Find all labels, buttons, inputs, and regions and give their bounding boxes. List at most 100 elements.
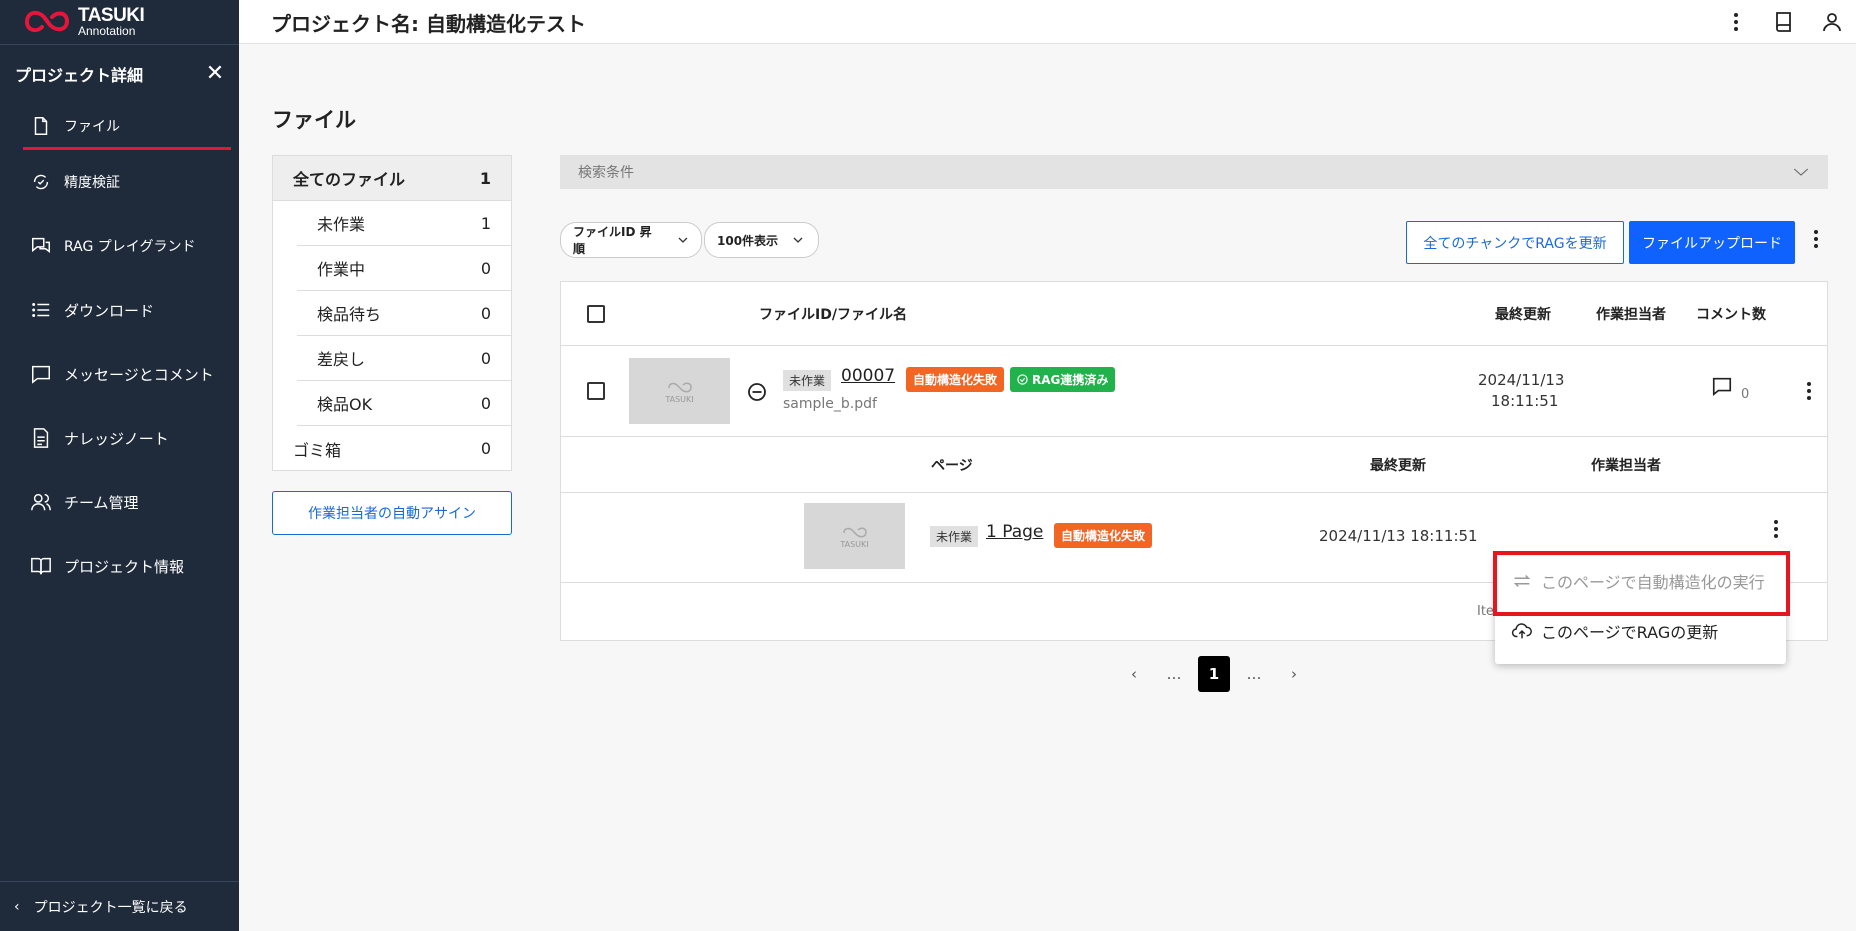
filter-inspection-ok[interactable]: 検品OK 0 [297,381,511,426]
filter-not-started[interactable]: 未作業 1 [297,201,511,246]
file-id-link[interactable]: 00007 [841,366,895,386]
comment-icon[interactable] [1711,375,1733,397]
more-menu-button[interactable] [1712,4,1760,40]
chat-bubbles-icon [32,237,50,253]
top-icons [1712,0,1856,44]
filter-label: 作業中 [317,260,366,279]
sidebar: TASUKI Annotation プロジェクト詳細 ✕ ファイル 精度検証 R… [0,0,239,931]
sidebar-item-rag-playground[interactable]: RAG プレイグランド [0,214,239,278]
search-conditions-toggle[interactable]: 検索条件 [560,155,1828,189]
col-page-assignee: 作業担当者 [1591,458,1661,474]
repeat-icon [1513,574,1531,588]
menu-item-label: このページでRAGの更新 [1541,623,1719,642]
filter-returned[interactable]: 差戻し 0 [297,336,511,381]
rag-update-all-button[interactable]: 全てのチャンクでRAGを更新 [1406,221,1624,264]
row-checkbox[interactable] [587,382,605,400]
menu-update-rag[interactable]: このページでRAGの更新 [1495,606,1786,656]
filter-in-progress[interactable]: 作業中 0 [297,246,511,291]
thumbnail-label: TASUKI [840,539,869,549]
col-page-updated: 最終更新 [1370,458,1426,474]
sidebar-title: プロジェクト詳細 [15,65,144,85]
sidebar-item-files[interactable]: ファイル [0,102,239,150]
tasuki-logo-icon [25,10,70,33]
page-thumbnail[interactable]: TASUKI [804,503,905,569]
collapse-icon[interactable] [747,382,767,402]
close-icon[interactable]: ✕ [203,61,227,86]
topbar: プロジェクト名: 自動構造化テスト [239,0,1856,44]
search-label: 検索条件 [578,165,634,181]
filter-label: ゴミ箱 [293,440,342,460]
sidebar-item-label: メッセージとコメント [64,365,214,384]
filter-count: 1 [479,168,491,188]
sidebar-item-accuracy[interactable]: 精度検証 [0,150,239,214]
next-page-button[interactable]: › [1278,656,1310,692]
menu-item-label: このページで自動構造化の実行 [1541,573,1765,592]
current-page[interactable]: 1 [1198,656,1230,692]
user-icon [1823,13,1841,32]
comment-count: 0 [1741,387,1750,402]
file-icon [34,117,48,135]
logo-title: TASUKI [78,4,145,26]
account-button[interactable] [1808,4,1856,40]
document-icon [33,428,49,448]
file-thumbnail[interactable]: TASUKI [629,358,730,424]
kebab-icon [1814,230,1818,248]
section-title: ファイル [272,108,356,132]
prev-page-button[interactable]: ‹ [1118,656,1150,692]
sidebar-item-label: 精度検証 [64,175,120,191]
sidebar-item-label: プロジェクト情報 [64,557,185,576]
page-size-value: 100件表示 [717,233,779,248]
updated-time: 18:11:51 [1491,392,1559,410]
sort-select-value: ファイルID 昇順 [573,225,652,256]
check-circle-icon [1017,374,1028,385]
sidebar-item-knowledge[interactable]: ナレッジノート [0,406,239,470]
select-all-checkbox[interactable] [587,305,605,323]
rag-linked-label: RAG連携済み [1032,373,1109,387]
list-icon [32,303,50,317]
col-updated: 最終更新 [1495,307,1551,323]
table-row[interactable]: TASUKI 未作業 00007 自動構造化失敗 RAG連携済み sample_… [561,346,1827,437]
sidebar-item-messages[interactable]: メッセージとコメント [0,342,239,406]
kebab-icon [1734,13,1738,31]
sidebar-nav: ファイル 精度検証 RAG プレイグランド ダウンロード メッセージとコメント … [0,102,239,598]
file-status-filter: 全てのファイル 1 未作業 1 作業中 0 検品待ち 0 差戻し 0 検品OK … [272,155,512,471]
auto-assign-button[interactable]: 作業担当者の自動アサイン [272,491,512,535]
filter-count: 0 [480,303,491,323]
sidebar-item-label: RAG プレイグランド [64,239,196,255]
filter-all[interactable]: 全てのファイル 1 [273,156,511,201]
page-more-button[interactable] [1766,515,1786,543]
list-more-button[interactable] [1804,224,1828,254]
page-title: プロジェクト名: 自動構造化テスト [271,12,586,36]
row-more-button[interactable] [1799,377,1819,405]
sidebar-item-team[interactable]: チーム管理 [0,470,239,534]
tasuki-logo-icon [842,527,867,537]
menu-run-auto-structure[interactable]: このページで自動構造化の実行 [1495,556,1786,606]
sidebar-item-project-info[interactable]: プロジェクト情報 [0,534,239,598]
table-header: ファイルID/ファイル名 最終更新 作業担当者 コメント数 [561,282,1827,346]
sort-select[interactable]: ファイルID 昇順 [560,222,702,258]
chevron-left-icon: ‹ [14,898,20,915]
chevron-down-icon [793,237,803,243]
logo: TASUKI Annotation [22,4,145,38]
back-to-projects-link[interactable]: ‹ プロジェクト一覧に戻る [0,881,239,931]
file-upload-button[interactable]: ファイルアップロード [1629,221,1795,264]
sync-check-icon [33,174,49,190]
col-page: ページ [931,458,973,474]
filter-count: 0 [480,393,491,413]
filter-count: 0 [480,258,491,278]
logo-subtitle: Annotation [78,23,136,38]
manual-button[interactable] [1760,4,1808,40]
filter-label: 差戻し [317,350,366,369]
status-badge: 未作業 [783,370,832,391]
page-link[interactable]: 1 Page [986,522,1043,542]
users-icon [31,493,51,511]
col-filename: ファイルID/ファイル名 [759,307,907,323]
filter-label: 検品待ち [317,305,382,324]
chevron-down-icon [1793,168,1809,176]
filter-trash[interactable]: ゴミ箱 0 [273,426,511,471]
book-open-icon [31,557,51,575]
page-updated: 2024/11/13 18:11:51 [1319,527,1478,545]
page-size-select[interactable]: 100件表示 [704,222,819,258]
sidebar-item-download[interactable]: ダウンロード [0,278,239,342]
filter-awaiting-inspection[interactable]: 検品待ち 0 [297,291,511,336]
